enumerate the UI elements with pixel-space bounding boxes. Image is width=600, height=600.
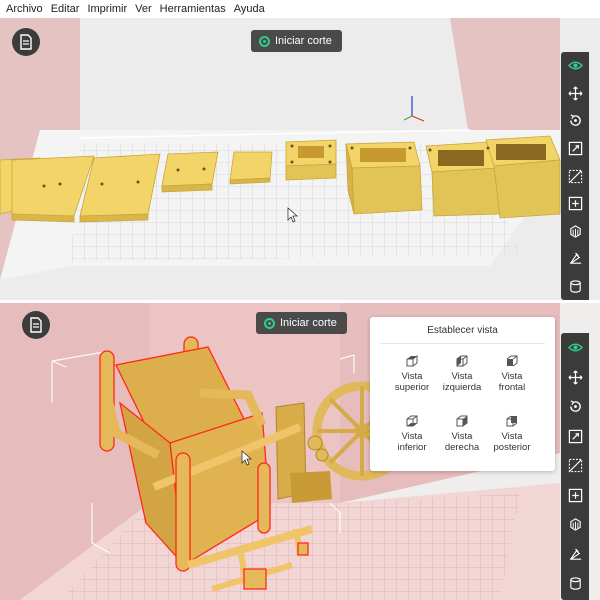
support-icon (569, 518, 581, 532)
menu-imprimir[interactable]: Imprimir (83, 0, 131, 18)
cube-bottom-icon (406, 415, 418, 427)
start-slice-label: Iniciar corte (275, 35, 332, 47)
side-toolbar (561, 333, 589, 600)
rotate-icon (569, 114, 581, 127)
tool-duplicate[interactable] (561, 190, 589, 218)
layers-icon (569, 577, 581, 590)
popup-divider (380, 343, 545, 344)
document-icon (20, 34, 32, 50)
eye-icon (567, 61, 583, 70)
tool-rotate[interactable] (561, 107, 589, 135)
file-button[interactable] (22, 311, 50, 339)
tool-scale[interactable] (561, 135, 589, 163)
viewport-top[interactable]: Iniciar corte (0, 18, 600, 300)
side-toolbar (561, 52, 589, 300)
play-icon (259, 35, 270, 47)
start-slice-button[interactable]: Iniciar corte (251, 30, 342, 52)
view-top-option[interactable]: Vista superior (384, 354, 440, 393)
cube-front-icon (506, 355, 518, 367)
menu-ver[interactable]: Ver (131, 0, 156, 18)
tool-support[interactable] (561, 510, 589, 540)
tool-move[interactable] (561, 363, 589, 393)
measure-icon (569, 548, 581, 560)
menu-ayuda[interactable]: Ayuda (230, 0, 269, 18)
start-slice-label: Iniciar corte (280, 317, 337, 329)
view-back-option[interactable]: Vista posterior (484, 414, 540, 453)
view-right-label: Vista derecha (444, 431, 480, 453)
file-button[interactable] (12, 28, 40, 56)
duplicate-icon (568, 488, 582, 502)
view-left-option[interactable]: Vista izquierda (434, 354, 490, 393)
cut-icon (568, 459, 582, 473)
menu-bar: Archivo Editar Imprimir Ver Herramientas… (0, 0, 600, 19)
tool-view[interactable] (561, 52, 589, 80)
tool-measure[interactable] (561, 540, 589, 570)
scale-icon (568, 141, 582, 156)
duplicate-icon (568, 196, 582, 211)
build-plate-scene (0, 18, 561, 280)
menu-herramientas[interactable]: Herramientas (156, 0, 230, 18)
document-icon (30, 317, 42, 333)
menu-editar[interactable]: Editar (47, 0, 84, 18)
tool-layers[interactable] (561, 569, 589, 599)
tool-cut[interactable] (561, 451, 589, 481)
popup-title: Establecer vista (427, 325, 498, 336)
view-top-label: Vista superior (394, 371, 430, 393)
cube-right-icon (456, 415, 468, 427)
play-icon (264, 317, 275, 329)
set-view-popup: Establecer vista Vista superior Vista iz… (370, 317, 555, 471)
rotate-icon (569, 400, 581, 413)
tool-measure[interactable] (561, 245, 589, 273)
measure-icon (569, 252, 581, 264)
view-back-label: Vista posterior (493, 431, 531, 453)
view-right-option[interactable]: Vista derecha (434, 414, 490, 453)
tool-move[interactable] (561, 80, 589, 108)
tool-duplicate[interactable] (561, 481, 589, 511)
tool-layers[interactable] (561, 273, 589, 301)
view-bottom-option[interactable]: Vista inferior (384, 414, 440, 453)
cube-back-icon (506, 415, 518, 427)
view-left-label: Vista izquierda (442, 371, 482, 393)
cube-left-icon (456, 355, 468, 367)
support-icon (569, 224, 581, 238)
view-front-option[interactable]: Vista frontal (484, 354, 540, 393)
tool-rotate[interactable] (561, 392, 589, 422)
move-icon (568, 86, 582, 101)
eye-icon (567, 343, 583, 352)
move-icon (568, 370, 582, 385)
cube-top-icon (406, 355, 418, 367)
start-slice-button[interactable]: Iniciar corte (256, 312, 347, 334)
menu-archivo[interactable]: Archivo (0, 0, 47, 18)
view-front-label: Vista frontal (498, 371, 526, 393)
scale-icon (568, 429, 582, 443)
cut-icon (568, 169, 582, 183)
tool-scale[interactable] (561, 422, 589, 452)
layers-icon (569, 280, 581, 293)
tool-view[interactable] (561, 333, 589, 363)
tool-support[interactable] (561, 217, 589, 245)
tool-cut[interactable] (561, 162, 589, 190)
view-bottom-label: Vista inferior (397, 431, 427, 453)
